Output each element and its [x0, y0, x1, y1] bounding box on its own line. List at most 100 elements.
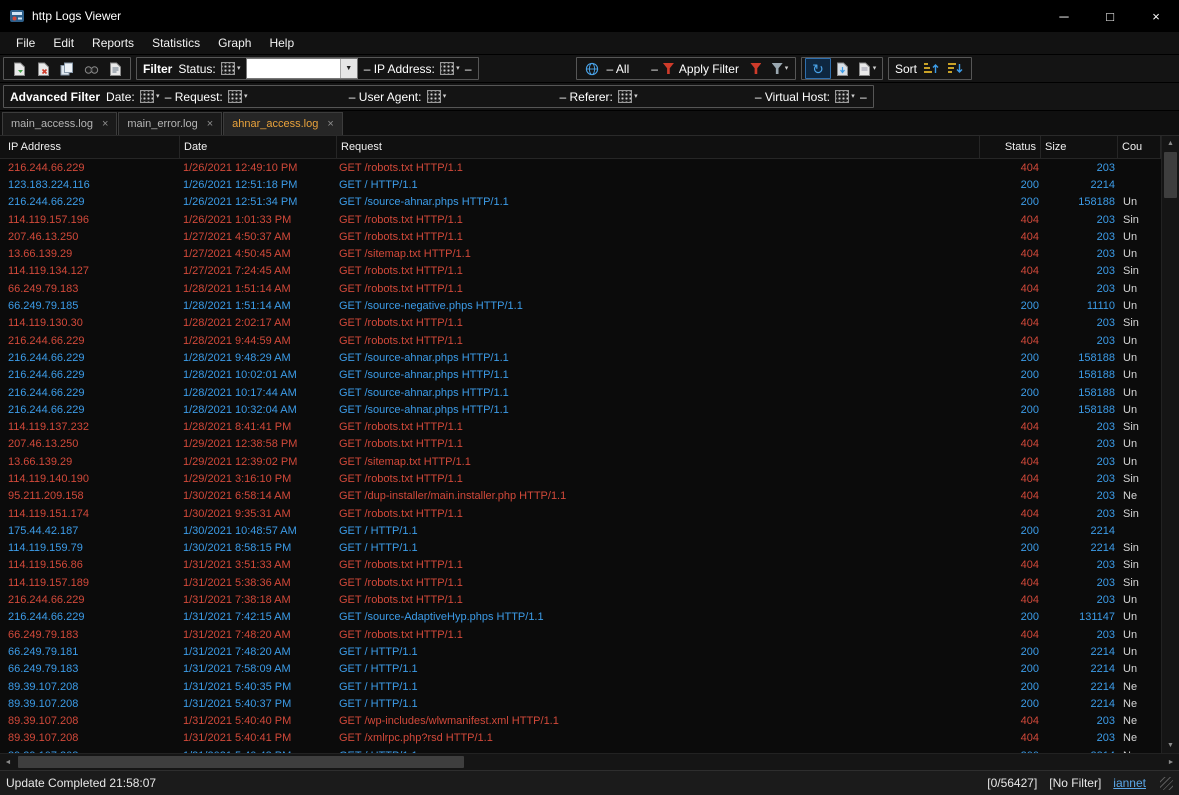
table-row[interactable]: 114.119.157.1891/31/2021 5:38:36 AMGET /…	[0, 574, 1161, 591]
request-filter-picker-button[interactable]: ▾	[226, 87, 250, 106]
tab-main-error-log[interactable]: main_error.log×	[118, 112, 222, 135]
table-row[interactable]: 13.66.139.291/27/2021 4:50:45 AMGET /sit…	[0, 245, 1161, 262]
menu-reports[interactable]: Reports	[83, 34, 143, 52]
table-row[interactable]: 66.249.79.1831/31/2021 7:58:09 AMGET / H…	[0, 661, 1161, 678]
column-header-date[interactable]: Date	[180, 136, 337, 158]
table-row[interactable]: 175.44.42.1871/30/2021 10:48:57 AMGET / …	[0, 522, 1161, 539]
report-menu-button[interactable]: ▾	[855, 59, 879, 78]
row-counter: [0/56427]	[987, 776, 1037, 790]
menu-graph[interactable]: Graph	[209, 34, 260, 52]
menu-file[interactable]: File	[7, 34, 44, 52]
table-row[interactable]: 216.244.66.2291/28/2021 10:02:01 AMGET /…	[0, 367, 1161, 384]
sort-ascending-button[interactable]	[920, 59, 944, 78]
table-row[interactable]: 66.249.79.1851/28/2021 1:51:14 AMGET /so…	[0, 297, 1161, 314]
vertical-scrollbar[interactable]: ▲ ▼	[1161, 136, 1179, 753]
table-row[interactable]: 216.244.66.2291/28/2021 9:44:59 AMGET /r…	[0, 332, 1161, 349]
table-row[interactable]: 207.46.13.2501/27/2021 4:50:37 AMGET /ro…	[0, 228, 1161, 245]
scroll-right-button[interactable]: ►	[1163, 759, 1179, 766]
table-row[interactable]: 95.211.209.1581/30/2021 6:58:14 AMGET /d…	[0, 488, 1161, 505]
merge-logs-button[interactable]	[55, 59, 79, 78]
cell-date: 1/26/2021 12:51:34 PM	[179, 196, 335, 208]
column-header-status[interactable]: Status	[980, 136, 1041, 158]
virtual-host-filter-picker-button[interactable]: ▾	[833, 87, 857, 106]
remove-log-button[interactable]	[31, 59, 55, 78]
horizontal-scrollbar-track[interactable]	[16, 754, 1163, 770]
status-filter-combobox[interactable]: ▼	[246, 58, 358, 79]
column-header-country[interactable]: Cou	[1118, 136, 1161, 158]
grid-picker-icon	[618, 90, 632, 103]
menu-statistics[interactable]: Statistics	[143, 34, 209, 52]
scope-button[interactable]	[580, 59, 604, 78]
table-row[interactable]: 114.119.134.1271/27/2021 7:24:45 AMGET /…	[0, 263, 1161, 280]
close-button[interactable]: ×	[1133, 0, 1179, 32]
menu-edit[interactable]: Edit	[44, 34, 83, 52]
menu-help[interactable]: Help	[260, 34, 303, 52]
maximize-button[interactable]: □	[1087, 0, 1133, 32]
open-log-button[interactable]	[7, 59, 31, 78]
table-row[interactable]: 216.244.66.2291/31/2021 7:42:15 AMGET /s…	[0, 609, 1161, 626]
table-row[interactable]: 66.249.79.1831/31/2021 7:48:20 AMGET /ro…	[0, 626, 1161, 643]
date-filter-picker-button[interactable]: ▾	[138, 87, 162, 106]
table-row[interactable]: 89.39.107.2081/31/2021 5:40:37 PMGET / H…	[0, 695, 1161, 712]
column-header-size[interactable]: Size	[1041, 136, 1118, 158]
export-log-button[interactable]	[103, 59, 127, 78]
table-row[interactable]: 66.249.79.1811/31/2021 7:48:20 AMGET / H…	[0, 643, 1161, 660]
grid-picker-icon	[427, 90, 441, 103]
column-header-ip-address[interactable]: IP Address	[0, 136, 180, 158]
column-header-request[interactable]: Request	[337, 136, 980, 158]
table-row[interactable]: 207.46.13.2501/29/2021 12:38:58 PMGET /r…	[0, 436, 1161, 453]
table-row[interactable]: 114.119.151.1741/30/2021 9:35:31 AMGET /…	[0, 505, 1161, 522]
resize-grip[interactable]	[1160, 777, 1173, 790]
table-row[interactable]: 114.119.159.791/30/2021 8:58:15 PMGET / …	[0, 540, 1161, 557]
vertical-scrollbar-thumb[interactable]	[1164, 152, 1177, 198]
table-row[interactable]: 89.39.107.2081/31/2021 5:40:35 PMGET / H…	[0, 678, 1161, 695]
horizontal-scrollbar[interactable]: ◄ ►	[0, 753, 1179, 770]
table-row[interactable]: 114.119.140.1901/29/2021 3:16:10 PMGET /…	[0, 470, 1161, 487]
user-agent-filter-picker-button[interactable]: ▾	[424, 87, 448, 106]
table-row[interactable]: 89.39.107.2081/31/2021 5:40:41 PMGET /xm…	[0, 730, 1161, 747]
scroll-up-button[interactable]: ▲	[1162, 136, 1179, 151]
scroll-down-button[interactable]: ▼	[1162, 738, 1179, 753]
tab-close-icon[interactable]: ×	[102, 118, 108, 130]
iannet-link[interactable]: iannet	[1113, 776, 1146, 790]
tab-close-icon[interactable]: ×	[327, 118, 333, 130]
table-row[interactable]: 216.244.66.2291/28/2021 10:32:04 AMGET /…	[0, 401, 1161, 418]
minimize-button[interactable]: ─	[1041, 0, 1087, 32]
combobox-dropdown-button[interactable]: ▼	[340, 59, 357, 78]
vertical-scrollbar-track[interactable]	[1162, 151, 1179, 738]
status-filter-picker-button[interactable]: ▾	[219, 59, 243, 78]
tab-close-icon[interactable]: ×	[207, 118, 213, 130]
scroll-left-button[interactable]: ◄	[0, 759, 16, 766]
tail-log-button[interactable]	[831, 59, 855, 78]
table-row[interactable]: 216.244.66.2291/26/2021 12:51:34 PMGET /…	[0, 194, 1161, 211]
referer-filter-picker-button[interactable]: ▾	[616, 87, 640, 106]
table-row[interactable]: 216.244.66.2291/31/2021 7:38:18 AMGET /r…	[0, 591, 1161, 608]
tab-ahnar-access-log[interactable]: ahnar_access.log×	[223, 112, 343, 135]
cell-request: GET /robots.txt HTTP/1.1	[335, 265, 983, 277]
table-row[interactable]: 216.244.66.2291/28/2021 10:17:44 AMGET /…	[0, 384, 1161, 401]
table-row[interactable]: 66.249.79.1831/28/2021 1:51:14 AMGET /ro…	[0, 280, 1161, 297]
table-row[interactable]: 89.39.107.2081/31/2021 5:40:40 PMGET /wp…	[0, 713, 1161, 730]
cell-status: 404	[983, 438, 1043, 450]
table-row[interactable]: 123.183.224.1161/26/2021 12:51:18 PMGET …	[0, 176, 1161, 193]
table-row[interactable]: 114.119.157.1961/26/2021 1:01:33 PMGET /…	[0, 211, 1161, 228]
table-row[interactable]: 216.244.66.2291/28/2021 9:48:29 AMGET /s…	[0, 349, 1161, 366]
table-row[interactable]: 13.66.139.291/29/2021 12:39:02 PMGET /si…	[0, 453, 1161, 470]
table-row[interactable]: 114.119.137.2321/28/2021 8:41:41 PMGET /…	[0, 418, 1161, 435]
table-row[interactable]: 216.244.66.2291/26/2021 12:49:10 PMGET /…	[0, 159, 1161, 176]
cell-status: 404	[983, 283, 1043, 295]
table-row[interactable]: 114.119.156.861/31/2021 3:51:33 AMGET /r…	[0, 557, 1161, 574]
table-row[interactable]: 89.39.107.2081/31/2021 5:40:43 PMGET / H…	[0, 747, 1161, 753]
table-row[interactable]: 114.119.130.301/28/2021 2:02:17 AMGET /r…	[0, 315, 1161, 332]
filter-options-button[interactable]: ▾	[768, 59, 792, 78]
ip-filter-picker-button[interactable]: ▾	[438, 59, 462, 78]
horizontal-scrollbar-thumb[interactable]	[18, 756, 464, 768]
auto-refresh-toggle-button[interactable]: ↻	[805, 58, 831, 79]
clear-filter-button[interactable]	[744, 59, 768, 78]
cell-date: 1/31/2021 7:48:20 AM	[179, 646, 335, 658]
apply-filter-button[interactable]: Apply Filter	[661, 59, 744, 78]
tab-main-access-log[interactable]: main_access.log×	[2, 112, 117, 135]
sort-descending-button[interactable]	[944, 59, 968, 78]
menubar: FileEditReportsStatisticsGraphHelp	[0, 32, 1179, 55]
view-log-button[interactable]	[79, 59, 103, 78]
